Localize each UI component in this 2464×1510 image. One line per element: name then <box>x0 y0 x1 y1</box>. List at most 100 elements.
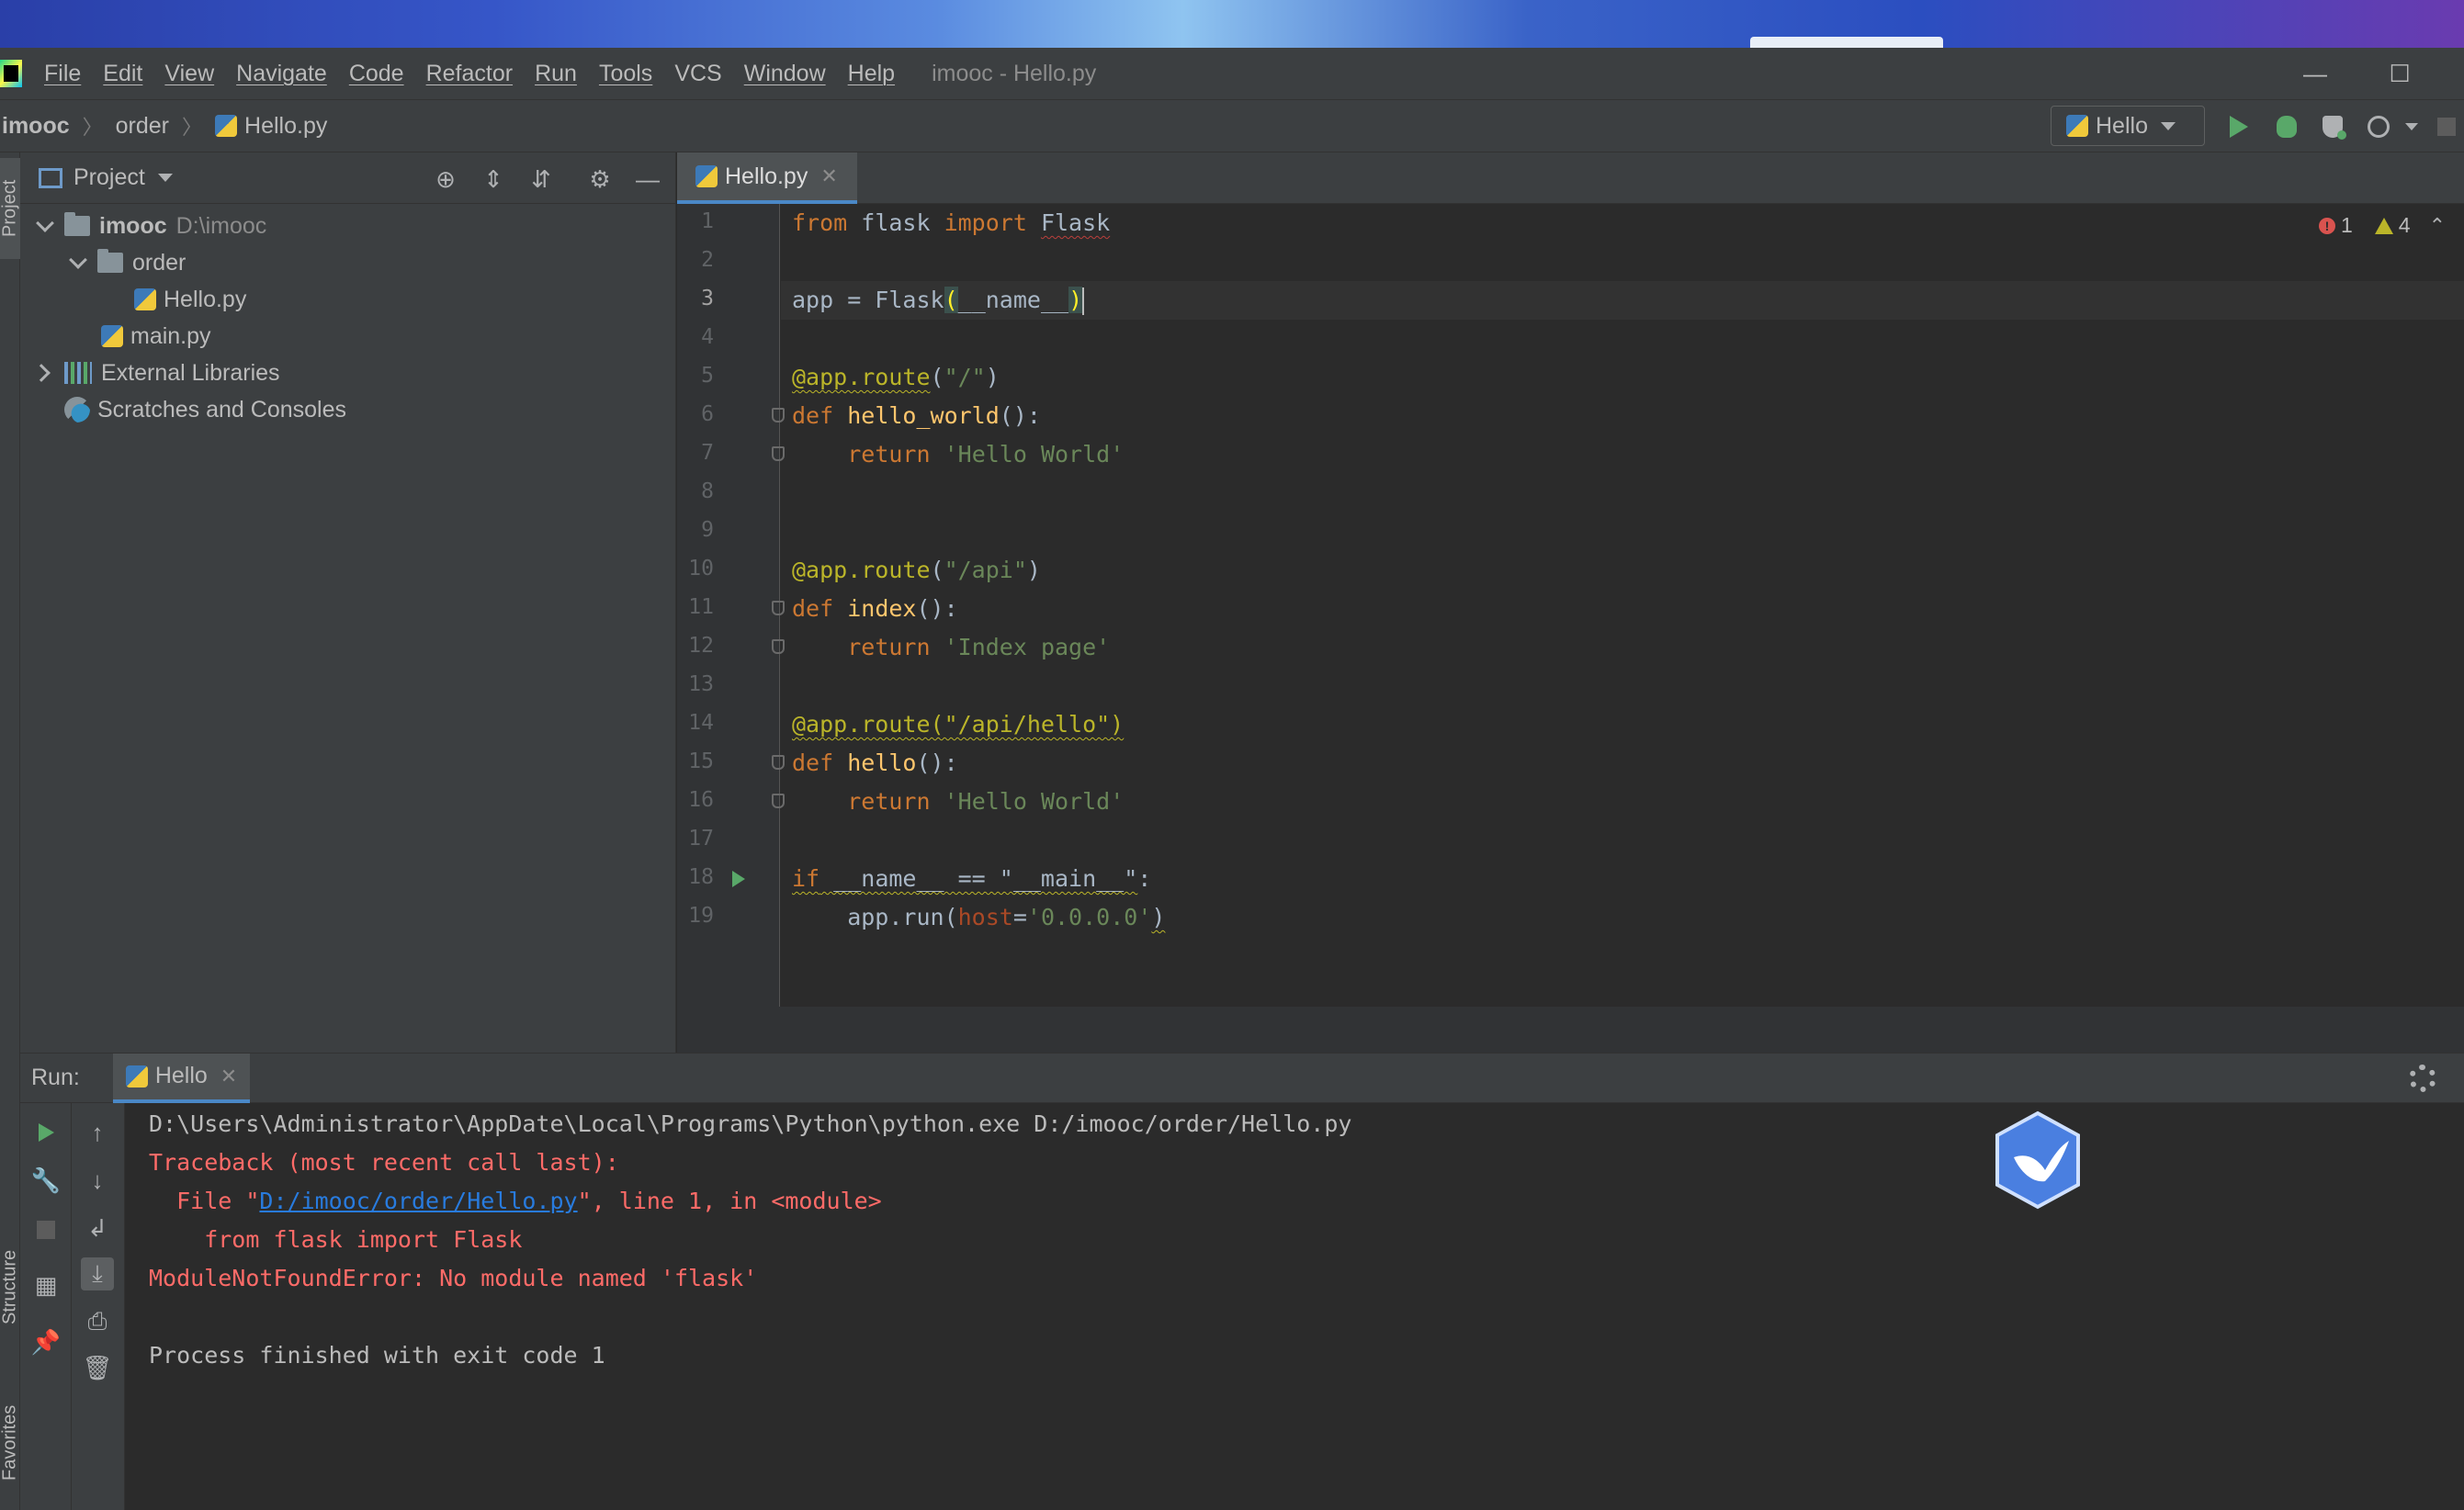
collapse-all-icon[interactable]: ⇵ <box>527 165 555 193</box>
tree-item-root[interactable]: imooc D:\imooc <box>20 208 675 244</box>
modify-run-config-button[interactable]: 🔧 <box>29 1164 62 1197</box>
menu-run[interactable]: Run <box>535 61 577 87</box>
chevron-down-icon <box>2160 121 2176 130</box>
gear-icon[interactable]: ⚙ <box>586 165 614 193</box>
run-toolbar-primary: 🔧 ▦ 📌 <box>20 1103 72 1510</box>
code-token: @app.route <box>792 557 931 583</box>
soft-wrap-button[interactable]: ↲ <box>81 1211 114 1245</box>
minimize-window-button[interactable]: — <box>2278 48 2352 99</box>
stop-run-button[interactable] <box>29 1213 62 1246</box>
close-icon[interactable]: ✕ <box>820 164 837 188</box>
breadcrumb-folder[interactable]: order <box>116 113 169 140</box>
menu-help[interactable]: Help <box>848 61 895 87</box>
code-editor[interactable]: 1 2 3 4 5 6 7 8 9 10 11 12 13 14 15 16 1… <box>677 204 2464 1053</box>
inspection-widget[interactable]: ! 1 4 ⌃ <box>2318 213 2446 238</box>
error-icon: ! <box>2318 217 2335 234</box>
fold-marker-icon[interactable] <box>772 446 785 461</box>
chevron-down-icon[interactable] <box>36 214 54 232</box>
app-logo-icon[interactable] <box>0 60 22 87</box>
console-line: from flask import Flask <box>149 1226 523 1253</box>
project-tool-tab[interactable]: Project <box>0 158 20 259</box>
code-token: __name__ <box>957 287 1069 313</box>
breadcrumb-project[interactable]: imooc <box>2 113 70 140</box>
editor-tab-hello-py[interactable]: Hello.py ✕ <box>677 152 857 204</box>
scroll-to-end-button[interactable]: ⤓ <box>81 1257 114 1290</box>
fold-marker-icon[interactable] <box>772 794 785 808</box>
fold-marker-icon[interactable] <box>772 755 785 770</box>
profile-button[interactable] <box>2363 111 2394 142</box>
line-number: 13 <box>688 672 714 696</box>
favorites-tool-tab[interactable]: Favorites <box>0 1383 20 1503</box>
menu-vcs[interactable]: VCS <box>674 61 721 87</box>
run-button[interactable] <box>2223 111 2255 142</box>
minimize-icon[interactable]: — <box>634 165 661 193</box>
previous-occurrence-button[interactable]: ↑ <box>81 1116 114 1149</box>
expand-all-icon[interactable]: ⇕ <box>480 165 507 193</box>
previous-highlight-icon[interactable]: ⌃ <box>2429 214 2446 238</box>
window-title: imooc - Hello.py <box>932 60 1097 86</box>
code-token: return <box>847 441 931 468</box>
soft-wrap-icon: ↲ <box>87 1213 107 1242</box>
code-token: def <box>792 402 834 429</box>
menu-view[interactable]: View <box>164 61 214 87</box>
rerun-button[interactable] <box>29 1116 62 1149</box>
stop-button[interactable] <box>2431 111 2462 142</box>
editor-tab-label: Hello.py <box>725 163 808 189</box>
line-number: 4 <box>701 325 714 349</box>
console-output[interactable]: D:\Users\Administrator\AppDate\Local\Pro… <box>149 1105 1351 1375</box>
python-file-icon <box>2066 115 2088 137</box>
structure-tool-tab[interactable]: Structure <box>0 1227 20 1347</box>
more-run-options-button[interactable] <box>2396 111 2427 142</box>
tree-item-external-libraries[interactable]: External Libraries <box>20 355 675 391</box>
project-view-label[interactable]: Project <box>73 164 145 191</box>
menu-file[interactable]: File <box>44 61 81 87</box>
fold-marker-icon[interactable] <box>772 408 785 423</box>
fold-marker-icon[interactable] <box>772 601 785 615</box>
code-token: 'Index page' <box>944 634 1111 660</box>
code-line-14: @app.route("/api/hello") <box>792 705 1124 744</box>
clear-all-button[interactable]: 🗑 <box>81 1351 114 1384</box>
console-text: File " <box>149 1188 260 1214</box>
gear-icon[interactable] <box>2409 1065 2436 1092</box>
tree-item-main-py[interactable]: main.py <box>20 318 675 355</box>
debug-button[interactable] <box>2271 111 2302 142</box>
line-number: 1 <box>701 209 714 233</box>
menu-navigate[interactable]: Navigate <box>236 61 327 87</box>
bird-badge-icon[interactable] <box>1992 1110 2084 1211</box>
editor-tab-bar: Hello.py ✕ <box>677 152 2464 204</box>
chevron-down-icon[interactable] <box>69 251 87 269</box>
menu-edit[interactable]: Edit <box>103 61 142 87</box>
locate-icon[interactable]: ⊕ <box>432 165 459 193</box>
python-file-icon <box>134 288 156 310</box>
editor-horizontal-scrollbar[interactable] <box>677 1007 2464 1053</box>
run-panel-header: Run: Hello ✕ <box>20 1053 2464 1103</box>
left-tool-stripe: Project Structure Favorites <box>0 152 20 1510</box>
tree-item-hello-py[interactable]: Hello.py <box>20 281 675 318</box>
menu-code[interactable]: Code <box>349 61 404 87</box>
run-tab-hello[interactable]: Hello ✕ <box>112 1053 251 1103</box>
next-occurrence-button[interactable]: ↓ <box>81 1164 114 1197</box>
menu-window[interactable]: Window <box>744 61 826 87</box>
breadcrumb-file[interactable]: Hello.py <box>244 113 327 140</box>
close-icon[interactable]: ✕ <box>220 1065 237 1088</box>
tree-item-order[interactable]: order <box>20 244 675 281</box>
chevron-right-icon[interactable] <box>32 364 51 382</box>
run-configuration-select[interactable]: Hello <box>2051 106 2205 146</box>
tree-item-scratches[interactable]: Scratches and Consoles <box>20 391 675 428</box>
code-token: @app.route <box>792 364 931 390</box>
line-number: 8 <box>701 479 714 503</box>
chevron-down-icon[interactable] <box>157 174 173 182</box>
coverage-button[interactable] <box>2317 111 2348 142</box>
console-text: ", line 1, in <module> <box>577 1188 882 1214</box>
console-file-link[interactable]: D:/imooc/order/Hello.py <box>259 1188 577 1214</box>
maximize-window-button[interactable]: ☐ <box>2363 48 2436 99</box>
fold-marker-icon[interactable] <box>772 639 785 654</box>
stop-icon <box>2437 118 2456 136</box>
print-button[interactable]: ⎙ <box>81 1305 114 1338</box>
menu-tools[interactable]: Tools <box>599 61 652 87</box>
gutter-run-icon[interactable] <box>732 871 745 887</box>
menu-refactor[interactable]: Refactor <box>426 61 513 87</box>
project-panel: Project ⊕ ⇕ ⇵ ⚙ — imooc D:\imooc order H… <box>20 152 676 1053</box>
restore-layout-button[interactable]: ▦ <box>29 1268 62 1302</box>
pin-tab-button[interactable]: 📌 <box>29 1325 62 1358</box>
